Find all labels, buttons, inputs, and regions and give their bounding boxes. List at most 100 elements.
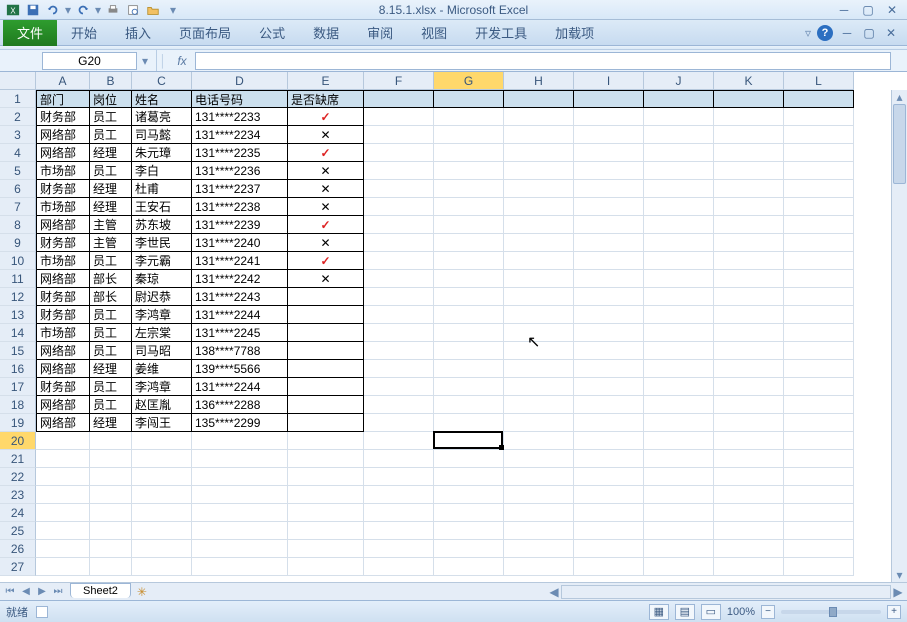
ribbon-tab-开始[interactable]: 开始	[57, 19, 111, 46]
cell-I3[interactable]	[574, 126, 644, 144]
row-header-11[interactable]: 11	[0, 270, 36, 288]
cell-L20[interactable]	[784, 432, 854, 450]
cell-E24[interactable]	[288, 504, 364, 522]
cell-L22[interactable]	[784, 468, 854, 486]
cell-E4[interactable]: ✓	[288, 144, 364, 162]
cell-A11[interactable]: 网络部	[36, 270, 90, 288]
open-icon[interactable]	[144, 1, 162, 19]
cell-E18[interactable]	[288, 396, 364, 414]
cell-F19[interactable]	[364, 414, 434, 432]
cell-H15[interactable]	[504, 342, 574, 360]
cell-F9[interactable]	[364, 234, 434, 252]
zoom-slider[interactable]	[781, 610, 881, 614]
cell-G9[interactable]	[434, 234, 504, 252]
row-header-22[interactable]: 22	[0, 468, 36, 486]
cell-B20[interactable]	[90, 432, 132, 450]
cell-C27[interactable]	[132, 558, 192, 576]
cell-I7[interactable]	[574, 198, 644, 216]
cell-F15[interactable]	[364, 342, 434, 360]
row-header-20[interactable]: 20	[0, 432, 36, 450]
redo-dropdown-icon[interactable]: ▾	[94, 1, 102, 19]
cell-B18[interactable]: 员工	[90, 396, 132, 414]
cell-C24[interactable]	[132, 504, 192, 522]
cell-E9[interactable]: ✕	[288, 234, 364, 252]
cell-F25[interactable]	[364, 522, 434, 540]
cell-F20[interactable]	[364, 432, 434, 450]
cell-H25[interactable]	[504, 522, 574, 540]
scroll-up-icon[interactable]: ▴	[892, 90, 907, 104]
sheet-nav-prev-icon[interactable]: ◀	[18, 584, 34, 600]
cell-H7[interactable]	[504, 198, 574, 216]
cell-D10[interactable]: 131****2241	[192, 252, 288, 270]
row-header-14[interactable]: 14	[0, 324, 36, 342]
cell-I19[interactable]	[574, 414, 644, 432]
cell-F27[interactable]	[364, 558, 434, 576]
cell-K9[interactable]	[714, 234, 784, 252]
spreadsheet-grid[interactable]: ABCDEFGHIJKL 123456789101112131415161718…	[0, 72, 907, 582]
cell-J23[interactable]	[644, 486, 714, 504]
cell-J2[interactable]	[644, 108, 714, 126]
cell-B17[interactable]: 员工	[90, 378, 132, 396]
cell-L10[interactable]	[784, 252, 854, 270]
cell-H18[interactable]	[504, 396, 574, 414]
sheet-nav-first-icon[interactable]: ⏮	[2, 584, 18, 600]
cell-K10[interactable]	[714, 252, 784, 270]
help-icon[interactable]: ?	[817, 25, 833, 41]
cell-L27[interactable]	[784, 558, 854, 576]
ribbon-tab-页面布局[interactable]: 页面布局	[165, 19, 245, 46]
page-layout-view-button[interactable]: ▤	[675, 604, 695, 620]
cell-H13[interactable]	[504, 306, 574, 324]
cell-D17[interactable]: 131****2244	[192, 378, 288, 396]
undo-icon[interactable]	[44, 1, 62, 19]
cell-F14[interactable]	[364, 324, 434, 342]
cell-G25[interactable]	[434, 522, 504, 540]
cell-D25[interactable]	[192, 522, 288, 540]
cell-L18[interactable]	[784, 396, 854, 414]
row-header-15[interactable]: 15	[0, 342, 36, 360]
cell-J13[interactable]	[644, 306, 714, 324]
cell-L11[interactable]	[784, 270, 854, 288]
cell-B9[interactable]: 主管	[90, 234, 132, 252]
insert-sheet-icon[interactable]: ✳	[137, 585, 147, 599]
cell-I16[interactable]	[574, 360, 644, 378]
cell-F11[interactable]	[364, 270, 434, 288]
cell-B8[interactable]: 主管	[90, 216, 132, 234]
cell-G13[interactable]	[434, 306, 504, 324]
hscroll-left-icon[interactable]: ◀	[547, 585, 561, 599]
cell-I22[interactable]	[574, 468, 644, 486]
cell-I9[interactable]	[574, 234, 644, 252]
row-header-16[interactable]: 16	[0, 360, 36, 378]
cell-F10[interactable]	[364, 252, 434, 270]
cell-L2[interactable]	[784, 108, 854, 126]
cell-L16[interactable]	[784, 360, 854, 378]
cell-G14[interactable]	[434, 324, 504, 342]
cell-I11[interactable]	[574, 270, 644, 288]
column-header-H[interactable]: H	[504, 72, 574, 90]
cell-H6[interactable]	[504, 180, 574, 198]
print-icon[interactable]	[104, 1, 122, 19]
row-header-23[interactable]: 23	[0, 486, 36, 504]
name-box[interactable]: G20	[42, 52, 137, 70]
cell-C7[interactable]: 王安石	[132, 198, 192, 216]
cell-G4[interactable]	[434, 144, 504, 162]
cell-C4[interactable]: 朱元璋	[132, 144, 192, 162]
row-header-27[interactable]: 27	[0, 558, 36, 576]
cell-I12[interactable]	[574, 288, 644, 306]
cell-H3[interactable]	[504, 126, 574, 144]
cell-A14[interactable]: 市场部	[36, 324, 90, 342]
cell-A4[interactable]: 网络部	[36, 144, 90, 162]
cell-G3[interactable]	[434, 126, 504, 144]
cell-I23[interactable]	[574, 486, 644, 504]
row-header-2[interactable]: 2	[0, 108, 36, 126]
cell-E19[interactable]	[288, 414, 364, 432]
cell-C19[interactable]: 李闯王	[132, 414, 192, 432]
cell-D22[interactable]	[192, 468, 288, 486]
qat-customize-icon[interactable]: ▾	[164, 1, 182, 19]
cell-I10[interactable]	[574, 252, 644, 270]
ribbon-tab-加载项[interactable]: 加载项	[541, 19, 608, 46]
cell-D3[interactable]: 131****2234	[192, 126, 288, 144]
cell-J11[interactable]	[644, 270, 714, 288]
cell-K21[interactable]	[714, 450, 784, 468]
ribbon-restore-button[interactable]: ▢	[861, 26, 877, 40]
cell-H14[interactable]	[504, 324, 574, 342]
